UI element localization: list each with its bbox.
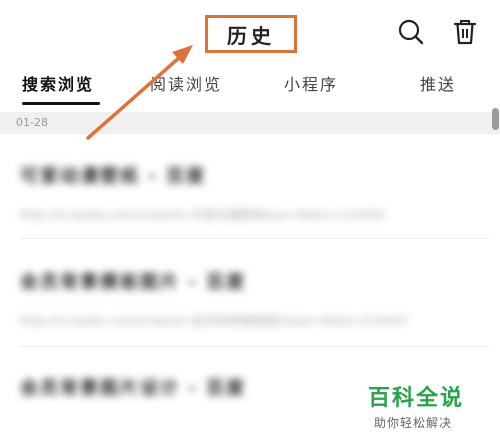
search-icon bbox=[398, 19, 424, 45]
history-tabs: 搜索浏览 阅读浏览 小程序 推送 bbox=[0, 66, 500, 106]
watermark-subtitle: 助你轻松解决 bbox=[374, 416, 453, 430]
date-section-header: 01-28 bbox=[0, 112, 500, 134]
divider bbox=[20, 238, 490, 239]
clear-history-button[interactable] bbox=[450, 17, 480, 47]
search-button[interactable] bbox=[396, 17, 426, 47]
date-label: 01-28 bbox=[16, 116, 48, 129]
trash-icon bbox=[453, 20, 477, 45]
tab-search-browse[interactable]: 搜索浏览 bbox=[22, 66, 94, 100]
header-bar: 历史 bbox=[0, 0, 500, 62]
history-item-title: 会员背景模板图片 - 百度 bbox=[20, 272, 247, 293]
scrollbar-thumb[interactable] bbox=[492, 108, 499, 130]
divider bbox=[20, 346, 490, 347]
history-item-title: 可爱动漫壁纸 - 百度 bbox=[20, 166, 207, 187]
history-item[interactable]: 会员背景模板图片 - 百度 http://m.baidu.com/s?word=… bbox=[20, 268, 440, 329]
watermark-logo: 百科全说 助你轻松解决 bbox=[368, 380, 492, 431]
history-item-url: http://m.baidu.com/s?word=会员背景模板图片&sa=tb… bbox=[20, 314, 409, 328]
watermark-title: 百科全说 bbox=[368, 386, 465, 411]
page-title: 历史 bbox=[205, 15, 297, 53]
tab-mini-program[interactable]: 小程序 bbox=[284, 66, 338, 100]
active-tab-indicator bbox=[22, 102, 100, 105]
history-item-url: http://m.baidu.com/s?word=可爱动漫壁纸&sa=tb&t… bbox=[20, 208, 385, 222]
tab-push[interactable]: 推送 bbox=[420, 66, 456, 100]
tab-read-browse[interactable]: 阅读浏览 bbox=[150, 66, 222, 100]
history-item[interactable]: 可爱动漫壁纸 - 百度 http://m.baidu.com/s?word=可爱… bbox=[20, 162, 440, 223]
